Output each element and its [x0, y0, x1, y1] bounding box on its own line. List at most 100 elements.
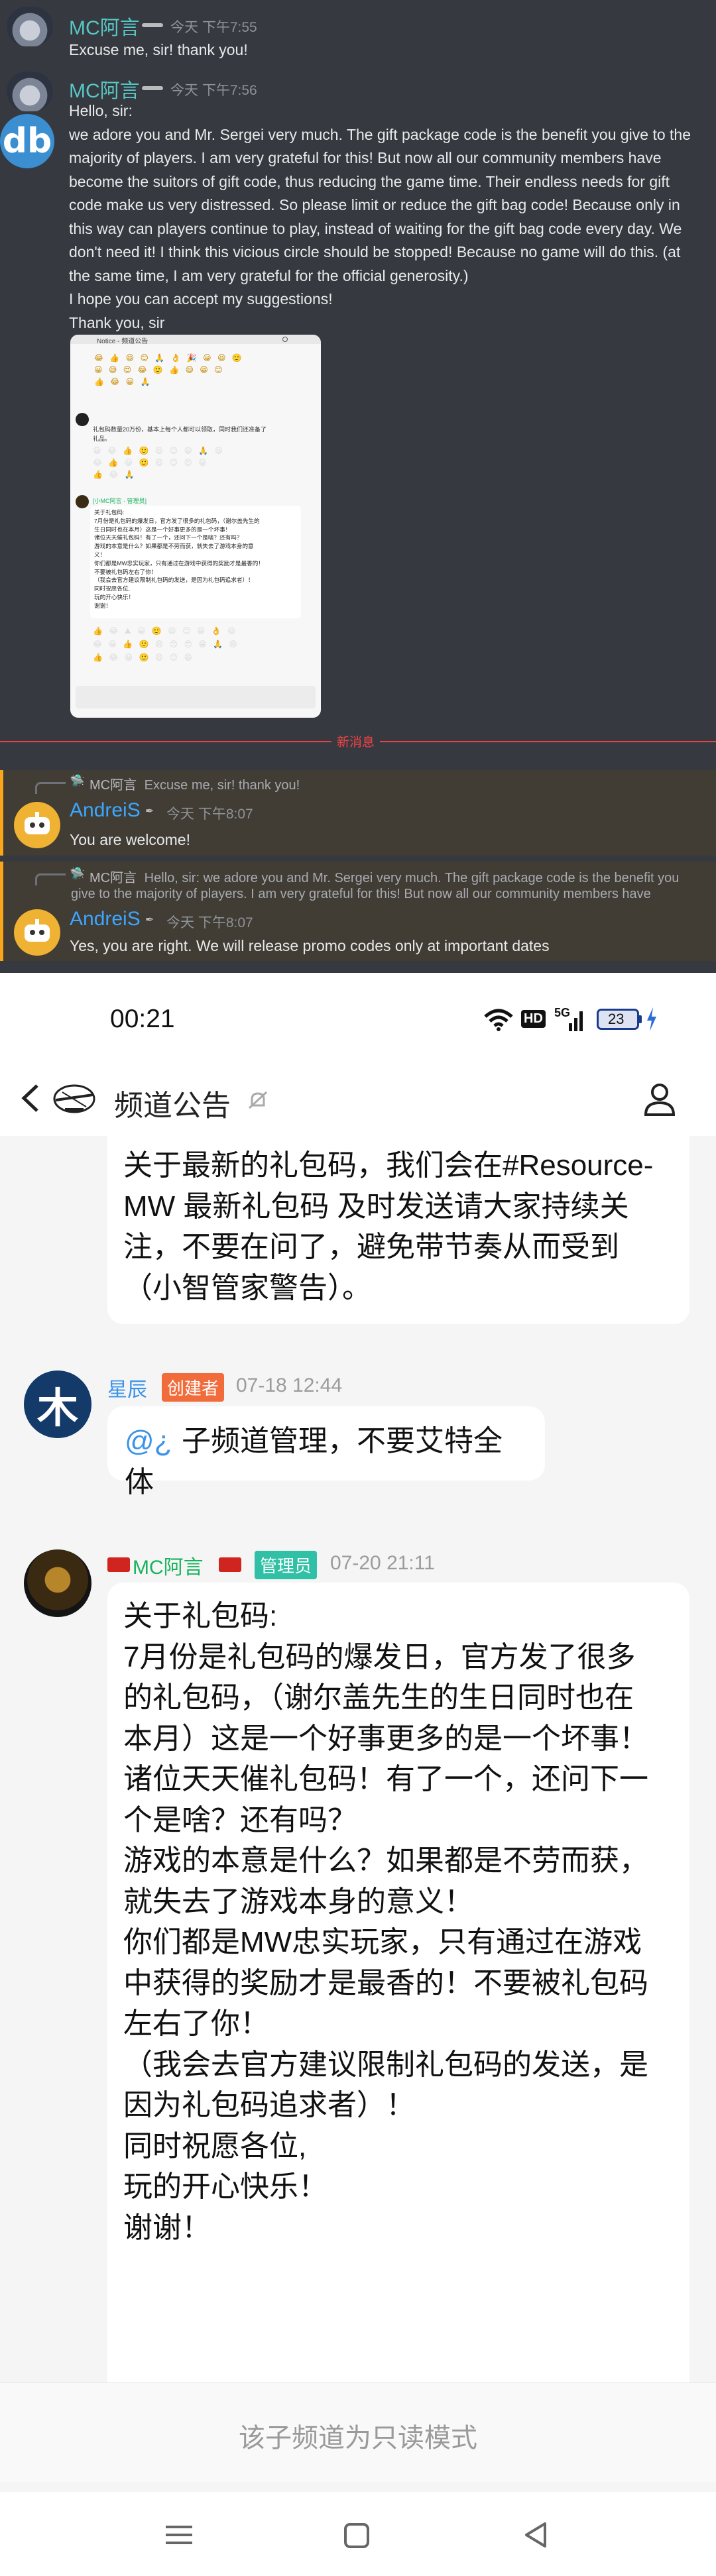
- attachment-author: [小MC阿言 · 管理员]: [93, 498, 147, 504]
- ship-logo-icon: [53, 1084, 95, 1113]
- text-line: don't need it! I think this vicious circ…: [69, 243, 681, 260]
- discord-message: db MC阿言 今天 下午7:56 Hello, sir: we adore y…: [0, 64, 716, 335]
- message-bubble[interactable]: 关于礼包码: 7月份是礼包码的爆发日，官方发了很多 的礼包码，（谢尔盖先生的生日…: [107, 1583, 689, 2384]
- reply-reference[interactable]: MC阿言 Excuse me, sir! thank you!: [90, 774, 300, 793]
- timestamp: 今天 下午8:07: [166, 807, 253, 822]
- app-header: 频道公告: [0, 1062, 716, 1136]
- avatar[interactable]: [14, 909, 60, 956]
- image-attachment[interactable]: Notice - 频道公告 😂 👍 😄 😊 🙏 👌 🎉 😀 😆 🙂 😀 😅 😍 …: [70, 335, 321, 718]
- system-nav-bar: [0, 2492, 716, 2576]
- new-messages-divider: 新消息: [0, 732, 716, 750]
- back-arrow-icon[interactable]: [19, 1082, 42, 1115]
- text-line: 个是啥？还有吗？: [123, 1803, 357, 1836]
- phone-screenshot: 00:21 HD 5G 23 频道公告 关于最新的礼包码，我们会在#Resour…: [0, 976, 716, 2576]
- text-line: 游戏的本意是什么？如果都是不劳而获，就失去了游戏本身的意: [94, 543, 254, 550]
- text-line: majority of players. I am very grateful …: [69, 149, 662, 166]
- channel-message: 木 星辰 创建者 07-18 12:44 @¿ 子频道管理，不要艾特全体: [0, 1347, 716, 1499]
- charging-icon: [647, 1007, 656, 1031]
- flag-icon: [142, 23, 163, 27]
- text-line: become the suitors of gift code, thus re…: [69, 172, 670, 190]
- reply-avatar-icon: 🛸: [70, 867, 85, 880]
- bot-face-icon: [25, 919, 50, 942]
- timestamp: 今天 下午7:56: [170, 83, 257, 98]
- text-line: 因为礼包码追求者）！: [123, 2089, 415, 2121]
- reply-text: Excuse me, sir! thank you!: [144, 778, 300, 793]
- attachment-text: 礼包码数量20万份，基本上每个人都可以领取，同时我们还准备了: [93, 426, 267, 433]
- avatar[interactable]: [7, 7, 53, 46]
- text-line: 诸位天天催礼包码！有了一个，还问下一: [123, 1763, 648, 1795]
- avatar-db[interactable]: db: [0, 114, 54, 168]
- username[interactable]: AndreiS: [70, 908, 141, 930]
- hd-icon: HD: [521, 1010, 546, 1028]
- text-line: 生日同时也在本月）这是一个好事更多的是一个坏事！: [94, 526, 231, 533]
- nickname[interactable]: 星辰: [107, 1373, 147, 1402]
- timestamp: 07-20 21:11: [330, 1552, 435, 1574]
- message-text: Excuse me, sir! thank you!: [69, 41, 248, 58]
- page-title: 频道公告: [114, 1090, 231, 1122]
- text-line: 关于最新的礼包码，我们会在#Resource-: [123, 1149, 654, 1182]
- text-line: MW 最新礼包码 及时发送请大家持续关: [123, 1190, 629, 1223]
- text-line: 关于礼包码:: [123, 1600, 278, 1632]
- text-line: 的礼包码，（谢尔盖先生的生日同时也在: [123, 1681, 634, 1714]
- signal-icon: [569, 1011, 583, 1031]
- text-line: 中获得的奖励才是最香的！不要被礼包码: [123, 1966, 648, 1999]
- text-line: 注，不要在问了，避免带节奏从而受到: [123, 1231, 619, 1263]
- discord-message: MC阿言 今天 下午7:55 Excuse me, sir! thank you…: [0, 0, 716, 64]
- reaction-row: 😂 👍 😄 😊 🙏 👌 🎉 😀 😆 🙂: [94, 353, 244, 363]
- profile-icon[interactable]: [643, 1082, 676, 1117]
- reply-text: Hello, sir: we adore you and Mr. Sergei …: [144, 871, 680, 885]
- avatar-char: 木: [36, 1386, 78, 1431]
- avatar[interactable]: [7, 72, 53, 111]
- attachment-text: 礼品。: [93, 435, 111, 442]
- reaction-row: 👍 😂 😀 🙂 😄 😊 😁: [93, 653, 194, 662]
- reply-author: MC阿言: [90, 778, 137, 793]
- username[interactable]: AndreiS: [70, 799, 141, 822]
- text-line: 游戏的本意是什么？如果都是不劳而获，: [123, 1844, 648, 1877]
- text-line: 谢谢！: [123, 2211, 211, 2244]
- avatar[interactable]: 木: [24, 1371, 91, 1438]
- timestamp: 今天 下午7:55: [170, 20, 257, 35]
- reaction-row: 👍 😂 ⛰ 😀 🙂 😄 😊 😁 👌 😆: [93, 626, 238, 636]
- text-line: Hello, sir:: [69, 102, 133, 119]
- home-icon[interactable]: [343, 2522, 370, 2549]
- message-bubble[interactable]: 关于最新的礼包码，我们会在#Resource- MW 最新礼包码 及时发送请大家…: [107, 1136, 689, 1324]
- text-line: 玩的开心快乐！: [94, 593, 135, 600]
- attachment-title: Notice - 频道公告: [97, 338, 149, 345]
- reply-author: MC阿言: [90, 871, 137, 885]
- reaction-row: 😂 😀 👍 🙂 😄 😊 😍 😁 🙏 😆: [93, 640, 239, 649]
- timestamp: 今天 下午8:07: [166, 915, 253, 930]
- text-line: we adore you and Mr. Sergei very much. T…: [69, 125, 691, 143]
- text-line: 本月）这是一个好事更多的是一个坏事！: [123, 1722, 648, 1755]
- discord-reply-message: 🛸 MC阿言 Hello, sir: we adore you and Mr. …: [0, 862, 716, 961]
- back-icon[interactable]: [522, 2521, 549, 2549]
- role-badge-admin: 管理员: [255, 1551, 318, 1579]
- bot-face-icon: [25, 812, 50, 834]
- mention[interactable]: @¿: [125, 1425, 172, 1457]
- reply-reference[interactable]: MC阿言 Hello, sir: we adore you and Mr. Se…: [90, 867, 713, 886]
- text-line: 就失去了游戏本身的意义！: [123, 1885, 473, 1918]
- flag-icon: [142, 86, 163, 90]
- message-bubble[interactable]: @¿ 子频道管理，不要艾特全体: [107, 1406, 545, 1498]
- reply-reference-cont: give to the majority of players. I am ve…: [71, 887, 651, 901]
- username[interactable]: MC阿言: [69, 11, 140, 40]
- attachment-bubble: 关于礼包码: 7月份是礼包码的爆发日，官方发了很多的礼包码，（谢尔盖先生的 生日…: [90, 506, 301, 618]
- menu-icon[interactable]: [164, 2524, 194, 2546]
- battery-icon: 23: [597, 1009, 639, 1030]
- nickname[interactable]: MC阿言: [133, 1551, 204, 1580]
- channel-logo[interactable]: [49, 1079, 99, 1117]
- read-only-bar: 该子频道为只读模式: [0, 2382, 716, 2482]
- reaction-row: 😀 😅 😍 😂 🙂 👍 😄 😁 😊: [94, 365, 225, 374]
- mute-bell-icon[interactable]: [247, 1090, 269, 1112]
- message-text: Yes, you are right. We will release prom…: [70, 937, 550, 954]
- avatar[interactable]: [14, 802, 60, 848]
- text-line: 诸位天天催礼包码！有了一个，还问下一个是啥？还有吗？: [94, 534, 243, 541]
- read-only-notice: 该子频道为只读模式: [239, 2424, 477, 2453]
- text-line: （小智管家警告）。: [123, 1271, 371, 1304]
- avatar[interactable]: [24, 1549, 91, 1617]
- pen-icon: ✒: [145, 806, 154, 817]
- reaction-row: 👍 😂 🙏: [93, 470, 137, 479]
- text-line: 7月份是礼包码的爆发日，官方发了很多: [123, 1640, 636, 1673]
- text-line: 左右了你！: [123, 2007, 269, 2040]
- text-line: 你们都是MW忠实玩家，只有通过在游戏: [123, 1926, 642, 1958]
- text-line: 7月份是礼包码的爆发日，官方发了很多的礼包码，（谢尔盖先生的: [94, 517, 260, 524]
